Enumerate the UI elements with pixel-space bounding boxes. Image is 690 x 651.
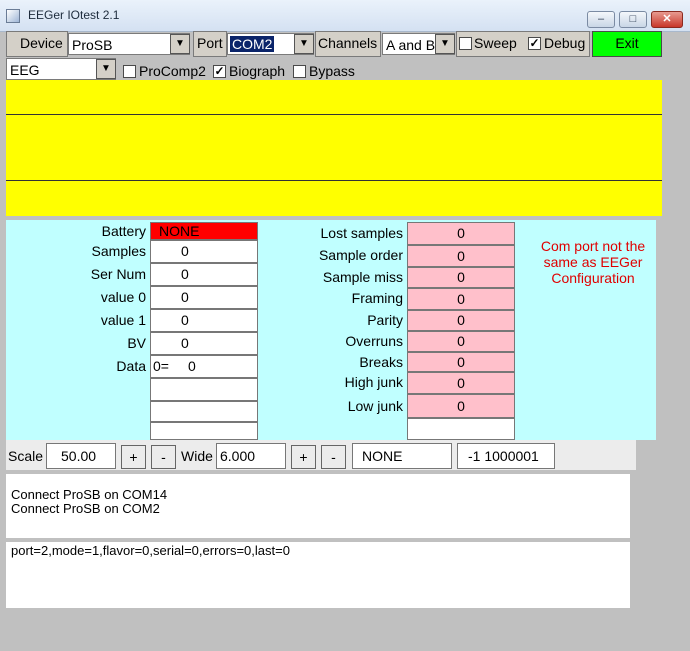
signal-line <box>6 114 662 115</box>
procomp2-label: ProComp2 <box>139 63 206 79</box>
sweep-label: Sweep <box>474 35 517 51</box>
channels-select-value: A and B <box>386 37 436 53</box>
mode-select[interactable]: EEG ▼ <box>6 58 116 80</box>
mode-select-value: EEG <box>10 62 40 78</box>
parity-value: 0 <box>407 310 515 331</box>
data-row-empty <box>150 378 258 401</box>
status-message-line: Com port not the <box>540 238 646 254</box>
chevron-down-icon[interactable]: ▼ <box>294 34 314 54</box>
port-select[interactable]: COM2 ▼ <box>227 33 314 55</box>
value1-value: 0 <box>181 312 189 328</box>
channels-label: Channels <box>318 35 378 51</box>
range-field[interactable]: -1 1000001 <box>457 443 555 469</box>
value0-value: 0 <box>181 289 189 305</box>
sernum-value-box: 0 <box>150 263 258 286</box>
data-prefix: 0= <box>153 358 169 374</box>
samples-value: 0 <box>181 243 189 259</box>
breaks-value: 0 <box>407 352 515 372</box>
chevron-down-icon[interactable]: ▼ <box>170 34 190 54</box>
scale-plus-button[interactable]: + <box>121 445 146 469</box>
data-row-empty <box>150 422 258 440</box>
channel-field-value: NONE <box>362 448 403 464</box>
data-value-box: 0= 0 <box>150 355 258 378</box>
high-junk-value: 0 <box>407 372 515 394</box>
wide-plus-button[interactable]: + <box>291 445 316 469</box>
lost-samples-value: 0 <box>407 222 515 245</box>
overruns-label: Overruns <box>345 333 403 349</box>
device-select[interactable]: ProSB ▼ <box>68 33 190 55</box>
maximize-icon[interactable]: □ <box>619 11 647 28</box>
data-label: Data <box>116 358 146 374</box>
wide-label: Wide <box>181 448 213 464</box>
device-select-value: ProSB <box>72 37 113 53</box>
value1-label: value 1 <box>100 312 146 328</box>
overruns-value: 0 <box>407 331 515 352</box>
bv-value: 0 <box>181 335 189 351</box>
value1-value-box: 0 <box>150 309 258 332</box>
scale-label: Scale <box>8 448 44 464</box>
exit-button[interactable]: Exit <box>592 31 662 57</box>
biograph-checkbox[interactable]: ✓ <box>213 65 226 78</box>
signal-line <box>6 180 662 181</box>
bv-label: BV <box>127 335 146 351</box>
wide-value: 6.000 <box>220 448 256 464</box>
scale-value: 50.00 <box>61 448 97 464</box>
sample-miss-value: 0 <box>407 267 515 288</box>
value0-value-box: 0 <box>150 286 258 309</box>
biograph-label: Biograph <box>229 63 286 79</box>
counter-empty-box <box>407 418 515 440</box>
port-label: Port <box>197 35 223 51</box>
device-label: Device <box>20 35 63 51</box>
status-log: port=2,mode=1,flavor=0,serial=0,errors=0… <box>6 542 630 608</box>
bv-value-box: 0 <box>150 332 258 355</box>
status-message-line: same as EEGer <box>543 254 643 270</box>
value0-label: value 0 <box>100 289 146 305</box>
channels-select[interactable]: A and B ▼ <box>382 33 455 55</box>
window-title: EEGer IOtest 2.1 <box>28 8 120 22</box>
bypass-label: Bypass <box>309 63 355 79</box>
range-field-value: -1 1000001 <box>468 448 539 464</box>
scale-input[interactable]: 50.00 <box>46 443 116 469</box>
breaks-label: Breaks <box>359 354 403 370</box>
close-icon[interactable]: ✕ <box>651 11 683 28</box>
lost-samples-label: Lost samples <box>320 225 403 241</box>
framing-label: Framing <box>351 290 403 306</box>
low-junk-label: Low junk <box>347 398 403 414</box>
debug-label: Debug <box>544 35 586 51</box>
samples-label: Samples <box>91 243 146 259</box>
scale-minus-button[interactable]: - <box>151 445 176 469</box>
chevron-down-icon[interactable]: ▼ <box>96 59 116 79</box>
high-junk-label: High junk <box>344 374 403 390</box>
sweep-checkbox[interactable] <box>459 37 472 50</box>
bypass-checkbox[interactable] <box>293 65 306 78</box>
connection-log: Connect ProSB on COM14 Connect ProSB on … <box>6 474 630 538</box>
sample-miss-label: Sample miss <box>322 269 403 285</box>
battery-label: Battery <box>101 223 146 239</box>
sernum-label: Ser Num <box>90 266 146 282</box>
signal-plot <box>6 80 662 216</box>
sample-order-label: Sample order <box>318 247 403 263</box>
data-value: 0 <box>188 358 196 374</box>
battery-value: NONE <box>159 223 200 239</box>
sample-order-value: 0 <box>407 245 515 267</box>
status-message-line: Configuration <box>551 270 635 286</box>
samples-value-box: 0 <box>150 240 258 263</box>
app-icon <box>6 9 20 23</box>
chevron-down-icon[interactable]: ▼ <box>435 34 455 54</box>
sernum-value: 0 <box>181 266 189 282</box>
data-row-empty <box>150 401 258 422</box>
battery-value-box: NONE <box>150 222 258 240</box>
procomp2-checkbox[interactable] <box>123 65 136 78</box>
wide-minus-button[interactable]: - <box>321 445 346 469</box>
low-junk-value: 0 <box>407 394 515 418</box>
status-message: Com port not the same as EEGer Configura… <box>528 238 658 286</box>
channel-field[interactable]: NONE <box>352 443 452 469</box>
port-select-value: COM2 <box>230 36 275 52</box>
wide-input[interactable]: 6.000 <box>216 443 286 469</box>
parity-label: Parity <box>367 312 403 328</box>
debug-checkbox[interactable]: ✓ <box>528 37 541 50</box>
framing-value: 0 <box>407 288 515 310</box>
minimize-icon[interactable]: – <box>587 11 615 28</box>
